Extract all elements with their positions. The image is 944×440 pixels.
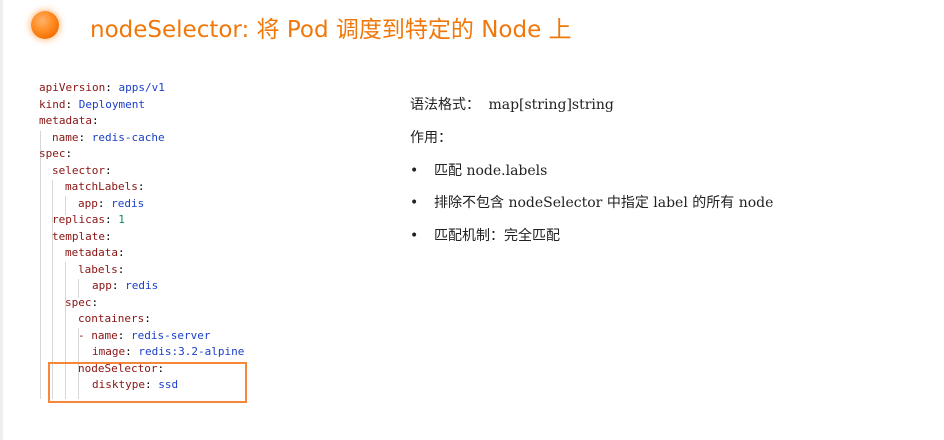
code-line: image: redis:3.2-alpine bbox=[92, 345, 245, 358]
purpose-label: 作用： bbox=[410, 130, 452, 146]
code-line: metadata: bbox=[39, 114, 99, 127]
node-selector-highlight-box bbox=[48, 362, 247, 403]
code-line: - name: redis-server bbox=[78, 329, 211, 342]
bullet-icon: • bbox=[410, 195, 419, 211]
syntax-line: 语法格式： map[string]string bbox=[410, 94, 614, 114]
bullet-icon: • bbox=[410, 228, 419, 244]
code-line: apiVersion: apps/v1 bbox=[39, 81, 165, 94]
left-edge-bar bbox=[0, 0, 3, 440]
syntax-value: map[string]string bbox=[488, 97, 614, 113]
code-line: name: redis-cache bbox=[52, 131, 165, 144]
code-line: selector: bbox=[52, 164, 112, 177]
code-line: app: redis bbox=[78, 197, 145, 210]
code-line: template: bbox=[52, 230, 112, 243]
code-line: replicas: 1 bbox=[52, 213, 125, 226]
code-line: labels: bbox=[78, 263, 125, 276]
indent-guide bbox=[40, 131, 41, 399]
code-line: spec: bbox=[65, 296, 99, 309]
page-title: nodeSelector: 将 Pod 调度到特定的 Node 上 bbox=[90, 17, 572, 43]
code-line: metadata: bbox=[65, 246, 125, 259]
code-line: app: redis bbox=[92, 279, 159, 292]
code-line: matchLabels: bbox=[65, 180, 145, 193]
list-item: • 匹配机制：完全匹配 bbox=[410, 228, 560, 244]
syntax-label: 语法格式： bbox=[410, 97, 480, 113]
code-line: kind: Deployment bbox=[39, 98, 145, 111]
code-line: containers: bbox=[78, 312, 151, 325]
code-line: spec: bbox=[39, 147, 73, 160]
list-item: • 排除不包含 nodeSelector 中指定 label 的所有 node bbox=[410, 195, 774, 211]
list-item: • 匹配 node.labels bbox=[410, 163, 548, 179]
bullet-icon: • bbox=[410, 163, 419, 179]
title-bullet-icon bbox=[31, 11, 59, 39]
